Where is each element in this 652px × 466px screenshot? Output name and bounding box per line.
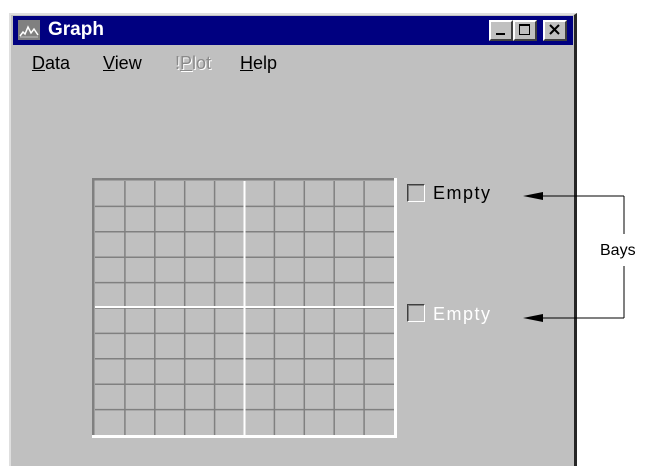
arrowhead-bottom-icon	[523, 314, 543, 322]
bays-callout-label: Bays	[600, 242, 636, 259]
bays-annotation	[523, 192, 625, 322]
arrowhead-top-icon	[523, 192, 543, 200]
